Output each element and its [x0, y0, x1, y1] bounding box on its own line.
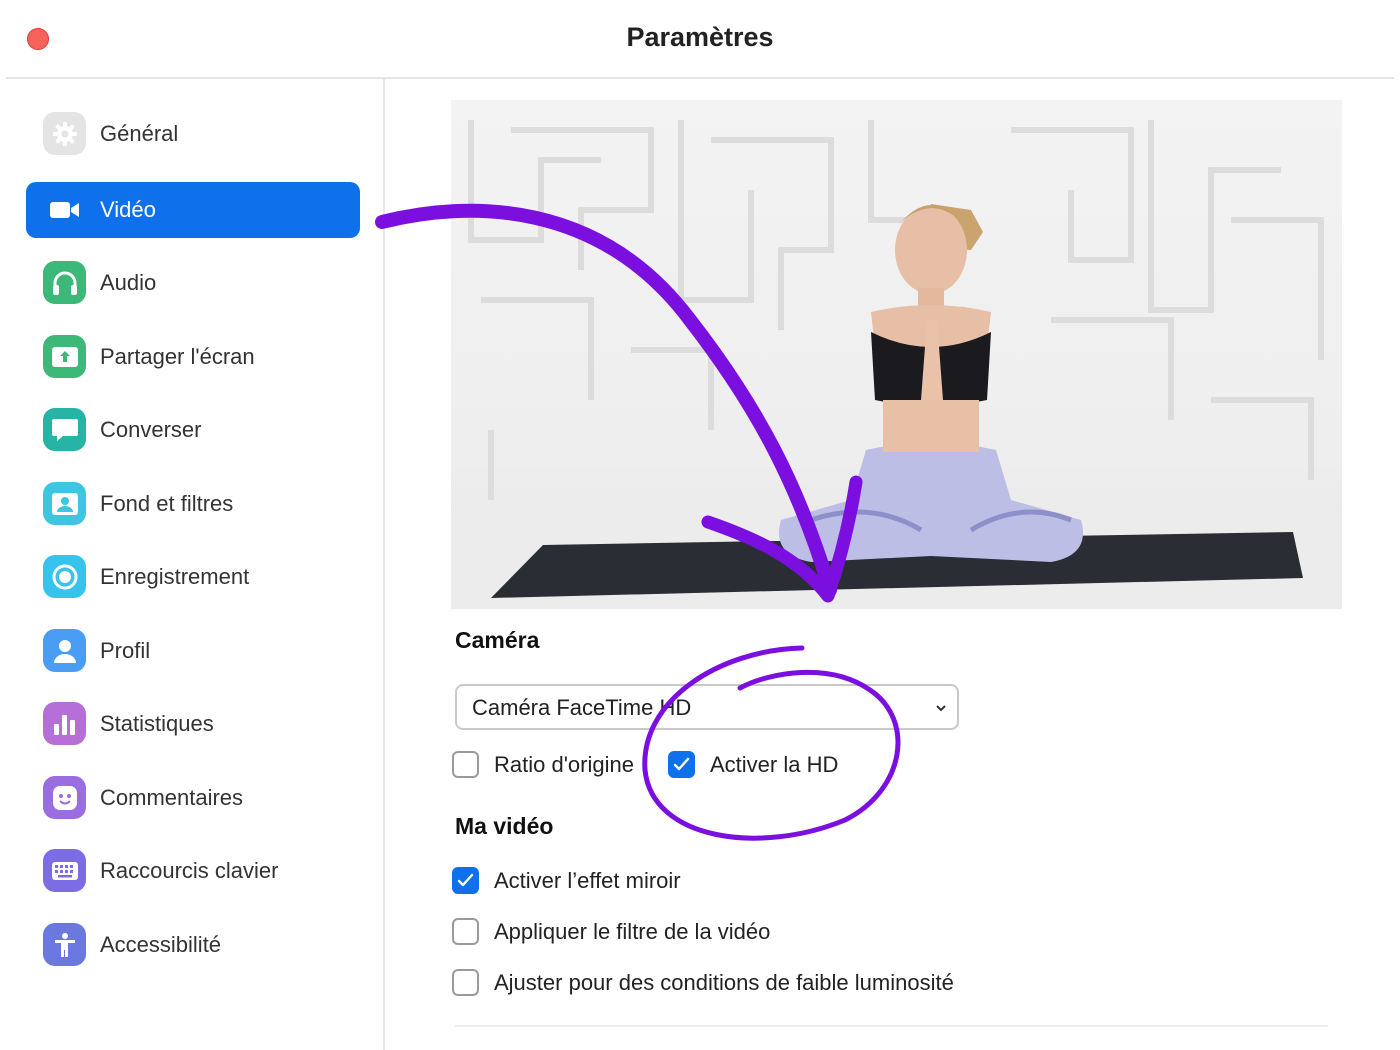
- sidebar-item-label: Général: [100, 121, 179, 146]
- video-settings-panel: Caméra Caméra FaceTime HD Ratio d'origin…: [385, 79, 1400, 1050]
- sidebar-item-keyboard-shortcuts[interactable]: Raccourcis clavier: [26, 843, 360, 899]
- low-light-checkbox[interactable]: [452, 969, 479, 996]
- video-filter-label: Appliquer le filtre de la vidéo: [494, 919, 771, 944]
- sidebar-item-label: Enregistrement: [100, 564, 250, 589]
- headphones-icon: [43, 261, 86, 304]
- sidebar-item-label: Raccourcis clavier: [100, 858, 279, 883]
- mirror-effect-label: Activer l’effet miroir: [494, 868, 681, 893]
- chevron-down-icon: [935, 700, 947, 718]
- window-title: Paramètres: [626, 22, 774, 52]
- sidebar-item-general[interactable]: Général: [26, 106, 360, 162]
- checkmark-icon: [673, 757, 690, 771]
- low-light-label: Ajuster pour des conditions de faible lu…: [494, 970, 954, 995]
- sidebar-item-label: Partager l'écran: [100, 344, 255, 369]
- mirror-effect-checkbox-row[interactable]: Activer l’effet miroir: [452, 867, 752, 897]
- video-filter-checkbox-row[interactable]: Appliquer le filtre de la vidéo: [452, 918, 852, 948]
- sidebar-item-profile[interactable]: Profil: [26, 623, 360, 679]
- original-ratio-checkbox-row[interactable]: Ratio d'origine: [452, 751, 652, 781]
- sidebar-item-recording[interactable]: Enregistrement: [26, 549, 360, 605]
- title-bar: Paramètres: [6, 0, 1394, 79]
- sidebar-item-label: Vidéo: [100, 197, 156, 222]
- sidebar-item-share-screen[interactable]: Partager l'écran: [26, 329, 360, 385]
- sidebar-item-chat[interactable]: Converser: [26, 402, 360, 458]
- camera-select[interactable]: Caméra FaceTime HD: [455, 684, 959, 730]
- mirror-effect-checkbox[interactable]: [452, 867, 479, 894]
- sidebar-item-label: Fond et filtres: [100, 491, 234, 516]
- sidebar-item-feedback[interactable]: Commentaires: [26, 770, 360, 826]
- sidebar-item-statistics[interactable]: Statistiques: [26, 696, 360, 752]
- gear-icon: [43, 112, 86, 155]
- share-screen-icon: [43, 335, 86, 378]
- sidebar-item-label: Statistiques: [100, 711, 214, 736]
- sidebar-item-label: Commentaires: [100, 785, 244, 810]
- settings-sidebar: Général Vidéo Audio Partager l'écran Con…: [0, 79, 385, 1050]
- enable-hd-checkbox-row[interactable]: Activer la HD: [668, 751, 868, 781]
- sidebar-item-video[interactable]: Vidéo: [26, 182, 360, 238]
- sidebar-item-accessibility[interactable]: Accessibilité: [26, 917, 360, 973]
- smiley-icon: [43, 776, 86, 819]
- my-video-section-title: Ma vidéo: [455, 813, 554, 839]
- chat-bubble-icon: [43, 408, 86, 451]
- sidebar-item-label: Accessibilité: [100, 932, 222, 957]
- sidebar-item-background-filters[interactable]: Fond et filtres: [26, 476, 360, 532]
- enable-hd-label: Activer la HD: [710, 752, 839, 777]
- accessibility-icon: [43, 923, 86, 966]
- sidebar-item-label: Profil: [100, 638, 151, 663]
- camera-preview: [451, 100, 1342, 609]
- original-ratio-label: Ratio d'origine: [494, 752, 634, 777]
- keyboard-icon: [43, 849, 86, 892]
- enable-hd-checkbox[interactable]: [668, 751, 695, 778]
- camera-select-value: Caméra FaceTime HD: [472, 695, 692, 720]
- portrait-icon: [43, 482, 86, 525]
- user-icon: [43, 629, 86, 672]
- checkmark-icon: [457, 873, 474, 887]
- video-filter-checkbox[interactable]: [452, 918, 479, 945]
- sidebar-item-label: Converser: [100, 417, 202, 442]
- record-icon: [43, 555, 86, 598]
- video-camera-icon: [43, 188, 86, 231]
- bar-chart-icon: [43, 702, 86, 745]
- low-light-checkbox-row[interactable]: Ajuster pour des conditions de faible lu…: [452, 969, 1052, 999]
- original-ratio-checkbox[interactable]: [452, 751, 479, 778]
- sidebar-item-label: Audio: [100, 270, 157, 295]
- section-divider: [455, 1025, 1328, 1027]
- sidebar-item-audio[interactable]: Audio: [26, 255, 360, 311]
- camera-section-title: Caméra: [455, 627, 540, 653]
